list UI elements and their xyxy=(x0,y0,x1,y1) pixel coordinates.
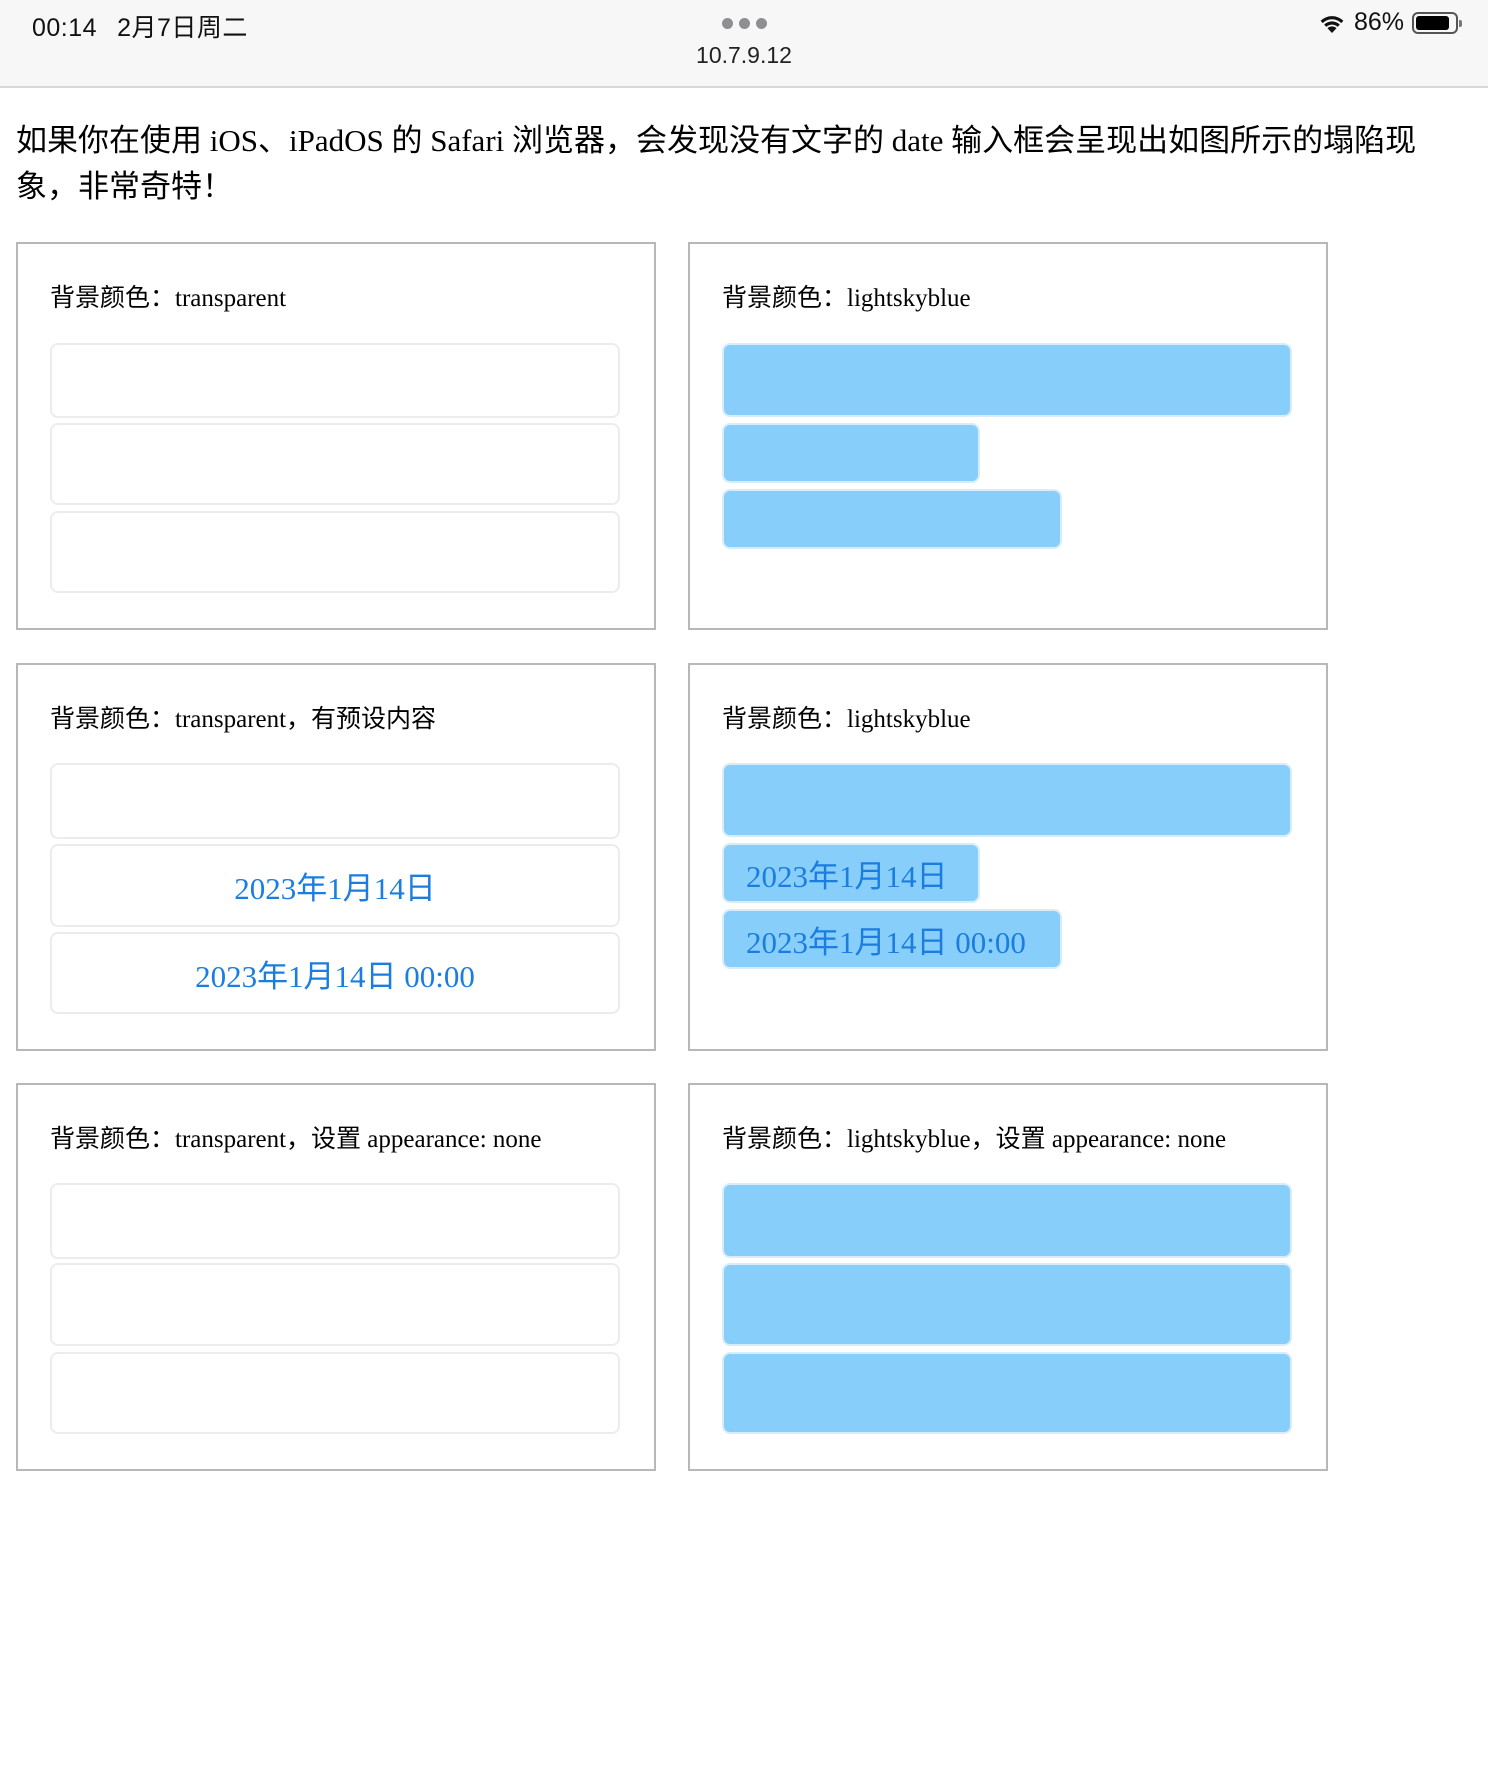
intro-paragraph: 如果你在使用 iOS、iPadOS 的 Safari 浏览器，会发现没有文字的 … xyxy=(16,123,1417,204)
battery-fill xyxy=(1416,15,1449,30)
datetime-input[interactable]: 2023年1月14日 00:00 xyxy=(722,909,1062,969)
datetime-input[interactable] xyxy=(50,511,620,593)
card-transparent: 背景颜色：transparent xyxy=(16,242,656,630)
card-lightskyblue-appearance-none: 背景颜色：lightskyblue，设置 appearance: none xyxy=(688,1083,1328,1471)
browser-status-bar: 00:14 2月7日周二 10.7.9.12 86% xyxy=(0,0,1488,88)
more-options-icon[interactable] xyxy=(722,18,767,29)
card-title: 背景颜色：lightskyblue xyxy=(722,285,971,312)
dot xyxy=(756,18,767,29)
battery-icon xyxy=(1412,11,1462,34)
date-input[interactable] xyxy=(722,423,980,483)
date-input[interactable] xyxy=(722,1263,1292,1346)
card-title: 背景颜色：transparent，有预设内容 xyxy=(50,706,437,733)
card-lightskyblue-preset: 背景颜色：lightskyblue 2023年1月14日 2023年1月14日 … xyxy=(688,663,1328,1051)
date-input[interactable] xyxy=(722,343,1292,417)
date-input[interactable]: 2023年1月14日 xyxy=(50,844,620,927)
datetime-input[interactable] xyxy=(722,489,1062,549)
status-indicators: 86% xyxy=(1318,8,1462,37)
wifi-icon xyxy=(1320,15,1344,33)
card-lightskyblue: 背景颜色：lightskyblue xyxy=(688,242,1328,630)
address-bar-url[interactable]: 10.7.9.12 xyxy=(0,42,1488,69)
date-input[interactable] xyxy=(50,343,620,418)
date-input[interactable] xyxy=(50,1263,620,1346)
card-title: 背景颜色：transparent xyxy=(50,285,287,312)
card-title: 背景颜色：transparent，设置 appearance: none xyxy=(50,1126,542,1153)
date-input[interactable] xyxy=(50,423,620,505)
datetime-input[interactable] xyxy=(50,1352,620,1434)
dot xyxy=(722,18,733,29)
status-time: 00:14 2月7日周二 xyxy=(32,8,248,44)
card-title: 背景颜色：lightskyblue，设置 appearance: none xyxy=(722,1126,1227,1153)
dot xyxy=(739,18,750,29)
date-input[interactable] xyxy=(722,763,1292,837)
date-input[interactable] xyxy=(50,763,620,839)
date-input[interactable] xyxy=(722,1183,1292,1258)
card-transparent-appearance-none: 背景颜色：transparent，设置 appearance: none xyxy=(16,1083,656,1471)
datetime-input[interactable]: 2023年1月14日 00:00 xyxy=(50,932,620,1014)
battery-percentage: 86% xyxy=(1353,8,1404,36)
date-input[interactable]: 2023年1月14日 xyxy=(722,843,980,903)
card-transparent-preset: 背景颜色：transparent，有预设内容 2023年1月14日 2023年1… xyxy=(16,663,656,1051)
status-time-value: 00:14 xyxy=(32,14,98,42)
date-input[interactable] xyxy=(50,1183,620,1259)
status-date: 2月7日周二 xyxy=(117,14,248,42)
card-title: 背景颜色：lightskyblue xyxy=(722,706,971,733)
datetime-input[interactable] xyxy=(722,1352,1292,1434)
